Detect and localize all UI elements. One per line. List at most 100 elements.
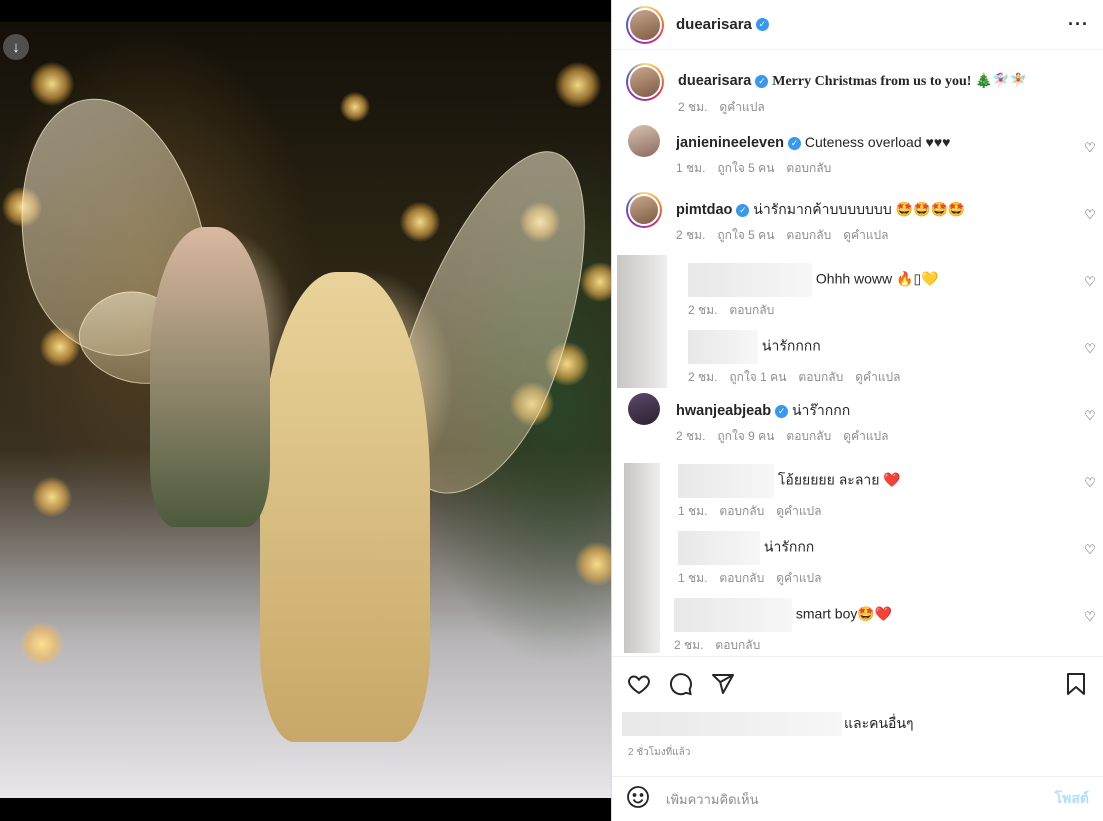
commenter-avatar[interactable] [628, 393, 660, 425]
post-header: duearisara ✓ ··· [612, 0, 1103, 50]
comment-translate-link[interactable]: ดูคำแปล [843, 228, 888, 242]
comment-time[interactable]: 1 ชม. [678, 504, 707, 518]
comment-likes[interactable]: ถูกใจ 9 คน [717, 429, 774, 443]
comment-translate-link[interactable]: ดูคำแปล [855, 370, 900, 384]
verified-badge-icon: ✓ [755, 75, 769, 88]
redacted-username [688, 263, 812, 297]
verified-badge-icon: ✓ [755, 18, 769, 31]
comment-time[interactable]: 2 ชม. [676, 228, 705, 242]
post-timestamp[interactable]: 2 ชั่วโมงที่แล้ว [612, 737, 1103, 760]
redacted-avatar-area [624, 463, 660, 653]
comment-like-heart-icon[interactable]: ♡ [1083, 409, 1097, 423]
verified-badge-icon: ✓ [788, 137, 801, 150]
likes-summary[interactable]: และคนอื่นๆ [612, 711, 1103, 737]
reply-link[interactable]: ตอบกลับ [715, 638, 760, 652]
commenter-username[interactable]: hwanjeabjeab [676, 403, 771, 419]
comment-time[interactable]: 2 ชม. [688, 303, 717, 317]
comment-translate-link[interactable]: ดูคำแปล [776, 571, 821, 585]
reply-link[interactable]: ตอบกลับ [729, 303, 774, 317]
comment-likes[interactable]: ถูกใจ 5 คน [717, 228, 774, 242]
redacted-username [678, 531, 760, 565]
redacted-username [674, 598, 792, 632]
comment-input[interactable] [666, 791, 1055, 807]
comment-like-heart-icon[interactable]: ♡ [1083, 275, 1097, 289]
commenter-avatar[interactable] [628, 125, 660, 157]
comment-text: น่ารักกกก [761, 337, 821, 354]
comment-row: น่ารักกกก 2 ชม. ถูกใจ 1 คน ตอบกลับ ดูคำแปล … [612, 326, 1103, 393]
reply-link[interactable]: ตอบกลับ [786, 228, 831, 242]
comment-row: น่ารักกก 1 ชม. ตอบกลับ ดูคำแปล ♡ [612, 527, 1103, 594]
post-media-panel: ↓ [0, 0, 611, 821]
comment-likes[interactable]: ถูกใจ 5 คน [717, 161, 774, 175]
commenter-username[interactable]: janienineeleven [676, 135, 784, 151]
comment-text: น่ารักมากค้าบบบบบบบ 🤩🤩🤩🤩 [753, 201, 966, 217]
verified-badge-icon: ✓ [775, 405, 789, 418]
emoji-icon[interactable] [626, 785, 650, 814]
comment-time[interactable]: 2 ชม. [688, 370, 717, 384]
post-photo[interactable] [0, 22, 611, 798]
comment-row: janienineeleven ✓ Cuteness overload ♥♥♥ 1… [612, 125, 1103, 192]
comment-row: smart boy🤩❤️ 2 ชม. ตอบกลับ ♡ [612, 594, 1103, 656]
comment-translate-link[interactable]: ดูคำแปล [776, 504, 821, 518]
caption-time[interactable]: 2 ชม. [678, 100, 707, 114]
likes-suffix[interactable]: และคนอื่นๆ [844, 713, 914, 735]
comment-text: Cuteness overload ♥♥♥ [804, 134, 951, 150]
post-sidebar: duearisara ✓ ··· duearisara ✓ Merry Chris… [611, 0, 1103, 821]
reply-link[interactable]: ตอบกลับ [798, 370, 843, 384]
caption-avatar[interactable] [626, 63, 664, 101]
comment-row: โอ้ยยยยย ละลาย ❤️ 1 ชม. ตอบกลับ ดูคำแปล ♡ [612, 460, 1103, 527]
comment-time[interactable]: 2 ชม. [676, 429, 705, 443]
bokeh-light [32, 477, 72, 517]
reply-link[interactable]: ตอบกลับ [786, 161, 831, 175]
comments-list[interactable]: duearisara ✓ Merry Christmas from us to y… [612, 50, 1103, 656]
reply-link[interactable]: ตอบกลับ [719, 571, 764, 585]
comment-row: Ohhh woww 🔥▯💛 2 ชม. ตอบกลับ ♡ [612, 259, 1103, 326]
comment-translate-link[interactable]: ดูคำแปล [843, 429, 888, 443]
comment-like-heart-icon[interactable]: ♡ [1083, 342, 1097, 356]
redacted-avatar-area [617, 255, 667, 388]
bokeh-light [555, 62, 601, 108]
comment-like-heart-icon[interactable]: ♡ [1083, 141, 1097, 155]
bokeh-light [20, 622, 64, 666]
more-options-icon[interactable]: ··· [1068, 14, 1089, 35]
author-username[interactable]: duearisara [676, 16, 752, 33]
commenter-username[interactable]: pimtdao [676, 202, 732, 218]
reply-link[interactable]: ตอบกลับ [719, 504, 764, 518]
comment-text: smart boy🤩❤️ [795, 605, 893, 622]
reply-link[interactable]: ตอบกลับ [786, 429, 831, 443]
comment-time[interactable]: 1 ชม. [676, 161, 705, 175]
heart-icon[interactable] [626, 671, 652, 697]
redacted-likers [622, 712, 842, 736]
caption-translate-link[interactable]: ดูคำแปล [719, 100, 764, 114]
verified-badge-icon: ✓ [736, 204, 750, 217]
comment-like-heart-icon[interactable]: ♡ [1083, 610, 1097, 624]
share-icon[interactable] [710, 671, 736, 697]
post-comment-button[interactable]: โพสต์ [1055, 788, 1089, 810]
bookmark-icon[interactable] [1063, 671, 1089, 697]
comment-time[interactable]: 2 ชม. [674, 638, 703, 652]
bokeh-light [340, 92, 370, 122]
bokeh-light [400, 202, 440, 242]
download-icon[interactable]: ↓ [3, 34, 29, 60]
caption-username[interactable]: duearisara [678, 73, 751, 89]
comment-like-heart-icon[interactable]: ♡ [1083, 543, 1097, 557]
comment-icon[interactable] [668, 671, 694, 697]
caption-text: Merry Christmas from us to you! 🎄🧚🏻‍♀️🧚🏻 [772, 74, 1028, 89]
bokeh-light [580, 262, 611, 302]
comment-like-heart-icon[interactable]: ♡ [1083, 476, 1097, 490]
person-figure [260, 272, 430, 742]
comment-time[interactable]: 1 ชม. [678, 571, 707, 585]
commenter-avatar[interactable] [626, 192, 662, 228]
bokeh-light [575, 542, 611, 586]
redacted-username [678, 464, 774, 498]
baby-figure [150, 227, 270, 527]
comment-likes[interactable]: ถูกใจ 1 คน [729, 370, 786, 384]
post-actions-bar [612, 656, 1103, 711]
comment-row: hwanjeabjeab ✓ น่าร๊ากกก 2 ชม. ถูกใจ 9 คน ต… [612, 393, 1103, 460]
comment-text: Ohhh woww 🔥▯💛 [815, 270, 939, 287]
comment-like-heart-icon[interactable]: ♡ [1083, 208, 1097, 222]
author-avatar[interactable] [626, 5, 664, 44]
bokeh-light [30, 62, 74, 106]
redacted-username [688, 330, 758, 364]
comment-text: น่าร๊ากกก [791, 402, 851, 418]
